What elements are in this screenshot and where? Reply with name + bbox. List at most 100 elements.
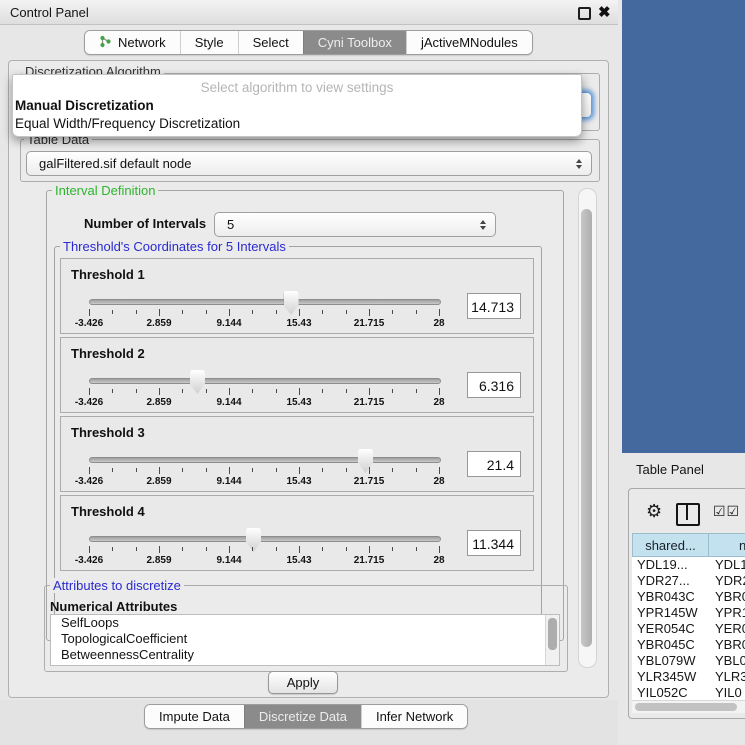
- slider-tick: [299, 467, 300, 474]
- scrollbar-thumb[interactable]: [581, 209, 592, 647]
- slider-tick: [252, 389, 253, 393]
- algorithm-option[interactable]: Equal Width/Frequency Discretization: [13, 115, 581, 133]
- cell-shared-name: YBR045C: [632, 637, 709, 653]
- slider-tick-label: 21.715: [354, 476, 385, 487]
- cell-shared-name: YBL079W: [632, 653, 709, 669]
- table-row[interactable]: YDR27...YDR2: [632, 573, 745, 589]
- algorithm-option[interactable]: Manual Discretization: [13, 97, 581, 115]
- columns-icon[interactable]: [676, 503, 700, 526]
- table-row[interactable]: YBL079WYBL0: [632, 653, 745, 669]
- slider-thumb[interactable]: [190, 370, 205, 394]
- tab-infer-network[interactable]: Infer Network: [361, 705, 467, 728]
- table-row[interactable]: YBR045CYBR0: [632, 637, 745, 653]
- slider-tick-label: 15.43: [286, 397, 311, 408]
- slider-tick: [416, 547, 417, 551]
- slider-tick: [299, 388, 300, 395]
- cell-shared-name: YER054C: [632, 621, 709, 637]
- cyni-toolbox-panel: Discretization Algorithm Select algorith…: [8, 60, 609, 698]
- slider-tick-label: -3.426: [75, 397, 103, 408]
- slider-tick: [439, 388, 440, 395]
- number-of-intervals-value: 5: [227, 217, 234, 232]
- slider-tick: [252, 468, 253, 472]
- slider-tick: [206, 547, 207, 551]
- tab-cyni-toolbox[interactable]: Cyni Toolbox: [303, 31, 406, 54]
- attribute-list-item[interactable]: SelfLoops: [51, 615, 559, 631]
- float-window-icon[interactable]: [578, 7, 591, 20]
- cell-name: YDR2: [709, 573, 745, 589]
- slider-tick: [252, 310, 253, 314]
- cell-name: YPR1: [709, 605, 745, 621]
- slider-tick: [369, 388, 370, 395]
- slider-tick-label: 28: [433, 397, 444, 408]
- close-icon[interactable]: ✖: [598, 3, 611, 21]
- slider-tick: [392, 389, 393, 393]
- table-row[interactable]: YDL19...YDL1: [632, 557, 745, 573]
- scrollbar-thumb[interactable]: [548, 618, 557, 650]
- slider-tick: [369, 467, 370, 474]
- numerical-attributes-list[interactable]: SelfLoopsTopologicalCoefficientBetweenne…: [50, 614, 560, 666]
- table-data-combobox[interactable]: galFiltered.sif default node: [26, 151, 592, 176]
- slider-tick-label: 9.144: [216, 318, 241, 329]
- table-row[interactable]: YIL052CYIL0: [632, 685, 745, 701]
- table-horizontal-scrollbar[interactable]: [632, 700, 745, 713]
- tab-network[interactable]: Network: [85, 31, 180, 54]
- slider-tick: [369, 546, 370, 553]
- slider-tick: [322, 310, 323, 314]
- threshold-value-field[interactable]: 6.316: [467, 372, 521, 398]
- tab-jactivemnodules[interactable]: jActiveMNodules: [406, 31, 532, 54]
- slider-track[interactable]: [89, 299, 441, 305]
- attribute-list-item[interactable]: TopologicalCoefficient: [51, 631, 559, 647]
- slider-track[interactable]: [89, 536, 441, 542]
- table-data-combobox-value: galFiltered.sif default node: [39, 156, 191, 171]
- slider-thumb[interactable]: [358, 449, 373, 473]
- table-row[interactable]: YLR345WYLR3: [632, 669, 745, 685]
- slider-tick-label: 28: [433, 555, 444, 566]
- cell-name: YDL1: [709, 557, 745, 573]
- column-header-shared-name[interactable]: shared...: [632, 533, 709, 557]
- table-row[interactable]: YPR145WYPR1: [632, 605, 745, 621]
- tab-select[interactable]: Select: [238, 31, 303, 54]
- slider-tick: [112, 468, 113, 472]
- slider-thumb[interactable]: [284, 291, 299, 315]
- numerical-attributes-label: Numerical Attributes: [50, 599, 177, 614]
- tab-style[interactable]: Style: [180, 31, 238, 54]
- threshold-value-field[interactable]: 14.713: [467, 293, 521, 319]
- network-icon: [99, 35, 112, 51]
- slider-track[interactable]: [89, 457, 441, 463]
- slider-thumb[interactable]: [246, 528, 261, 552]
- table-row[interactable]: YBR043CYBR0: [632, 589, 745, 605]
- column-header-name[interactable]: n: [709, 533, 745, 557]
- slider-tick: [276, 389, 277, 393]
- slider-tick: [159, 546, 160, 553]
- slider-tick: [112, 547, 113, 551]
- table-row[interactable]: YER054CYER0: [632, 621, 745, 637]
- network-window-frame: GAL80 GA C GAL11 GAL4 GCY1 H HAP2: [622, 0, 745, 453]
- gear-icon[interactable]: ⚙: [646, 501, 662, 522]
- slider-tick-label: 2.859: [146, 476, 171, 487]
- slider-tick: [182, 547, 183, 551]
- slider-tick-label: 2.859: [146, 555, 171, 566]
- algorithm-placeholder-item[interactable]: Select algorithm to view settings: [13, 79, 581, 97]
- scrollbar-thumb[interactable]: [635, 703, 737, 711]
- attribute-list-item[interactable]: BetweennessCentrality: [51, 647, 559, 663]
- slider-tick: [112, 389, 113, 393]
- threshold-label: Threshold 2: [71, 346, 145, 361]
- apply-button[interactable]: Apply: [268, 671, 338, 694]
- threshold-label: Threshold 4: [71, 504, 145, 519]
- number-of-intervals-combobox[interactable]: 5: [214, 212, 496, 237]
- threshold-value-field[interactable]: 11.344: [467, 530, 521, 556]
- slider-track[interactable]: [89, 378, 441, 384]
- control-panel: Control Panel ✖ NetworkStyleSelectCyni T…: [0, 0, 618, 745]
- tab-discretize-data[interactable]: Discretize Data: [244, 705, 361, 728]
- slider-tick: [89, 309, 90, 316]
- slider-tick: [229, 467, 230, 474]
- slider-tick: [206, 389, 207, 393]
- slider-tick: [136, 310, 137, 314]
- tab-impute-data[interactable]: Impute Data: [145, 705, 244, 728]
- slider-tick-label: -3.426: [75, 318, 103, 329]
- list-vertical-scrollbar[interactable]: [545, 615, 559, 665]
- checkbox-checked-icons[interactable]: ☑☑: [713, 503, 740, 520]
- panel-vertical-scrollbar[interactable]: [578, 188, 597, 668]
- slider-tick: [416, 389, 417, 393]
- threshold-value-field[interactable]: 21.4: [467, 451, 521, 477]
